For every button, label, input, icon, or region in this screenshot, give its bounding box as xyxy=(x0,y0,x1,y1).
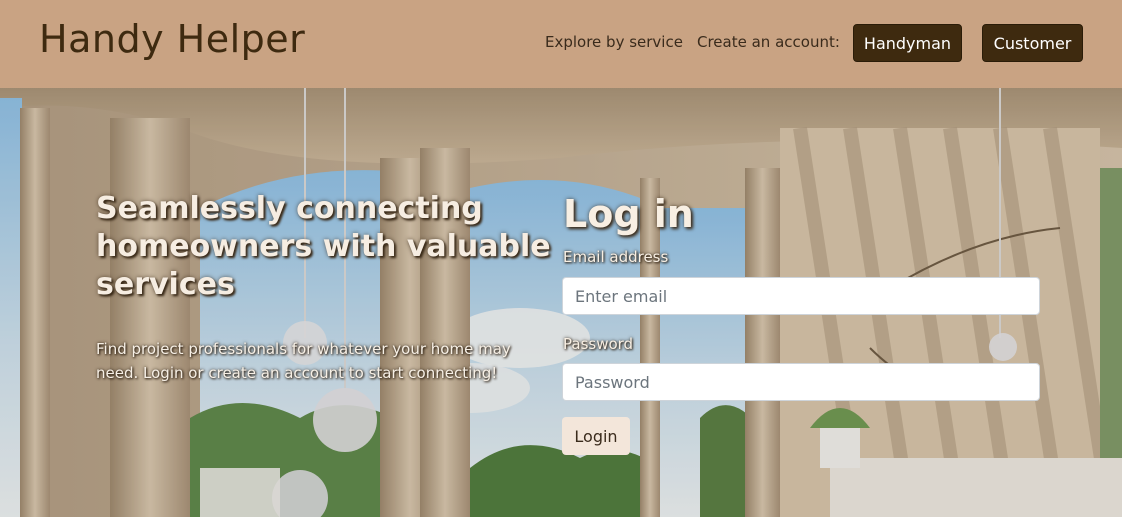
top-navbar: Handy Helper Explore by service Create a… xyxy=(0,0,1122,88)
hero-subtext: Find project professionals for whatever … xyxy=(96,340,511,382)
email-field[interactable] xyxy=(562,277,1040,315)
hero-headline: Seamlessly connecting homeowners with va… xyxy=(96,191,551,302)
customer-signup-button[interactable]: Customer xyxy=(982,24,1083,62)
email-label: Email address xyxy=(563,248,669,266)
create-account-label: Create an account: xyxy=(697,33,840,51)
password-field[interactable] xyxy=(562,363,1040,401)
login-button[interactable]: Login xyxy=(562,417,630,455)
explore-by-service-link[interactable]: Explore by service xyxy=(545,33,683,51)
hero-section: Seamlessly connecting homeowners with va… xyxy=(0,88,1122,517)
handyman-signup-button[interactable]: Handyman xyxy=(853,24,962,62)
brand-logo[interactable]: Handy Helper xyxy=(39,17,305,61)
login-title: Log in xyxy=(563,192,694,236)
password-label: Password xyxy=(563,335,634,353)
